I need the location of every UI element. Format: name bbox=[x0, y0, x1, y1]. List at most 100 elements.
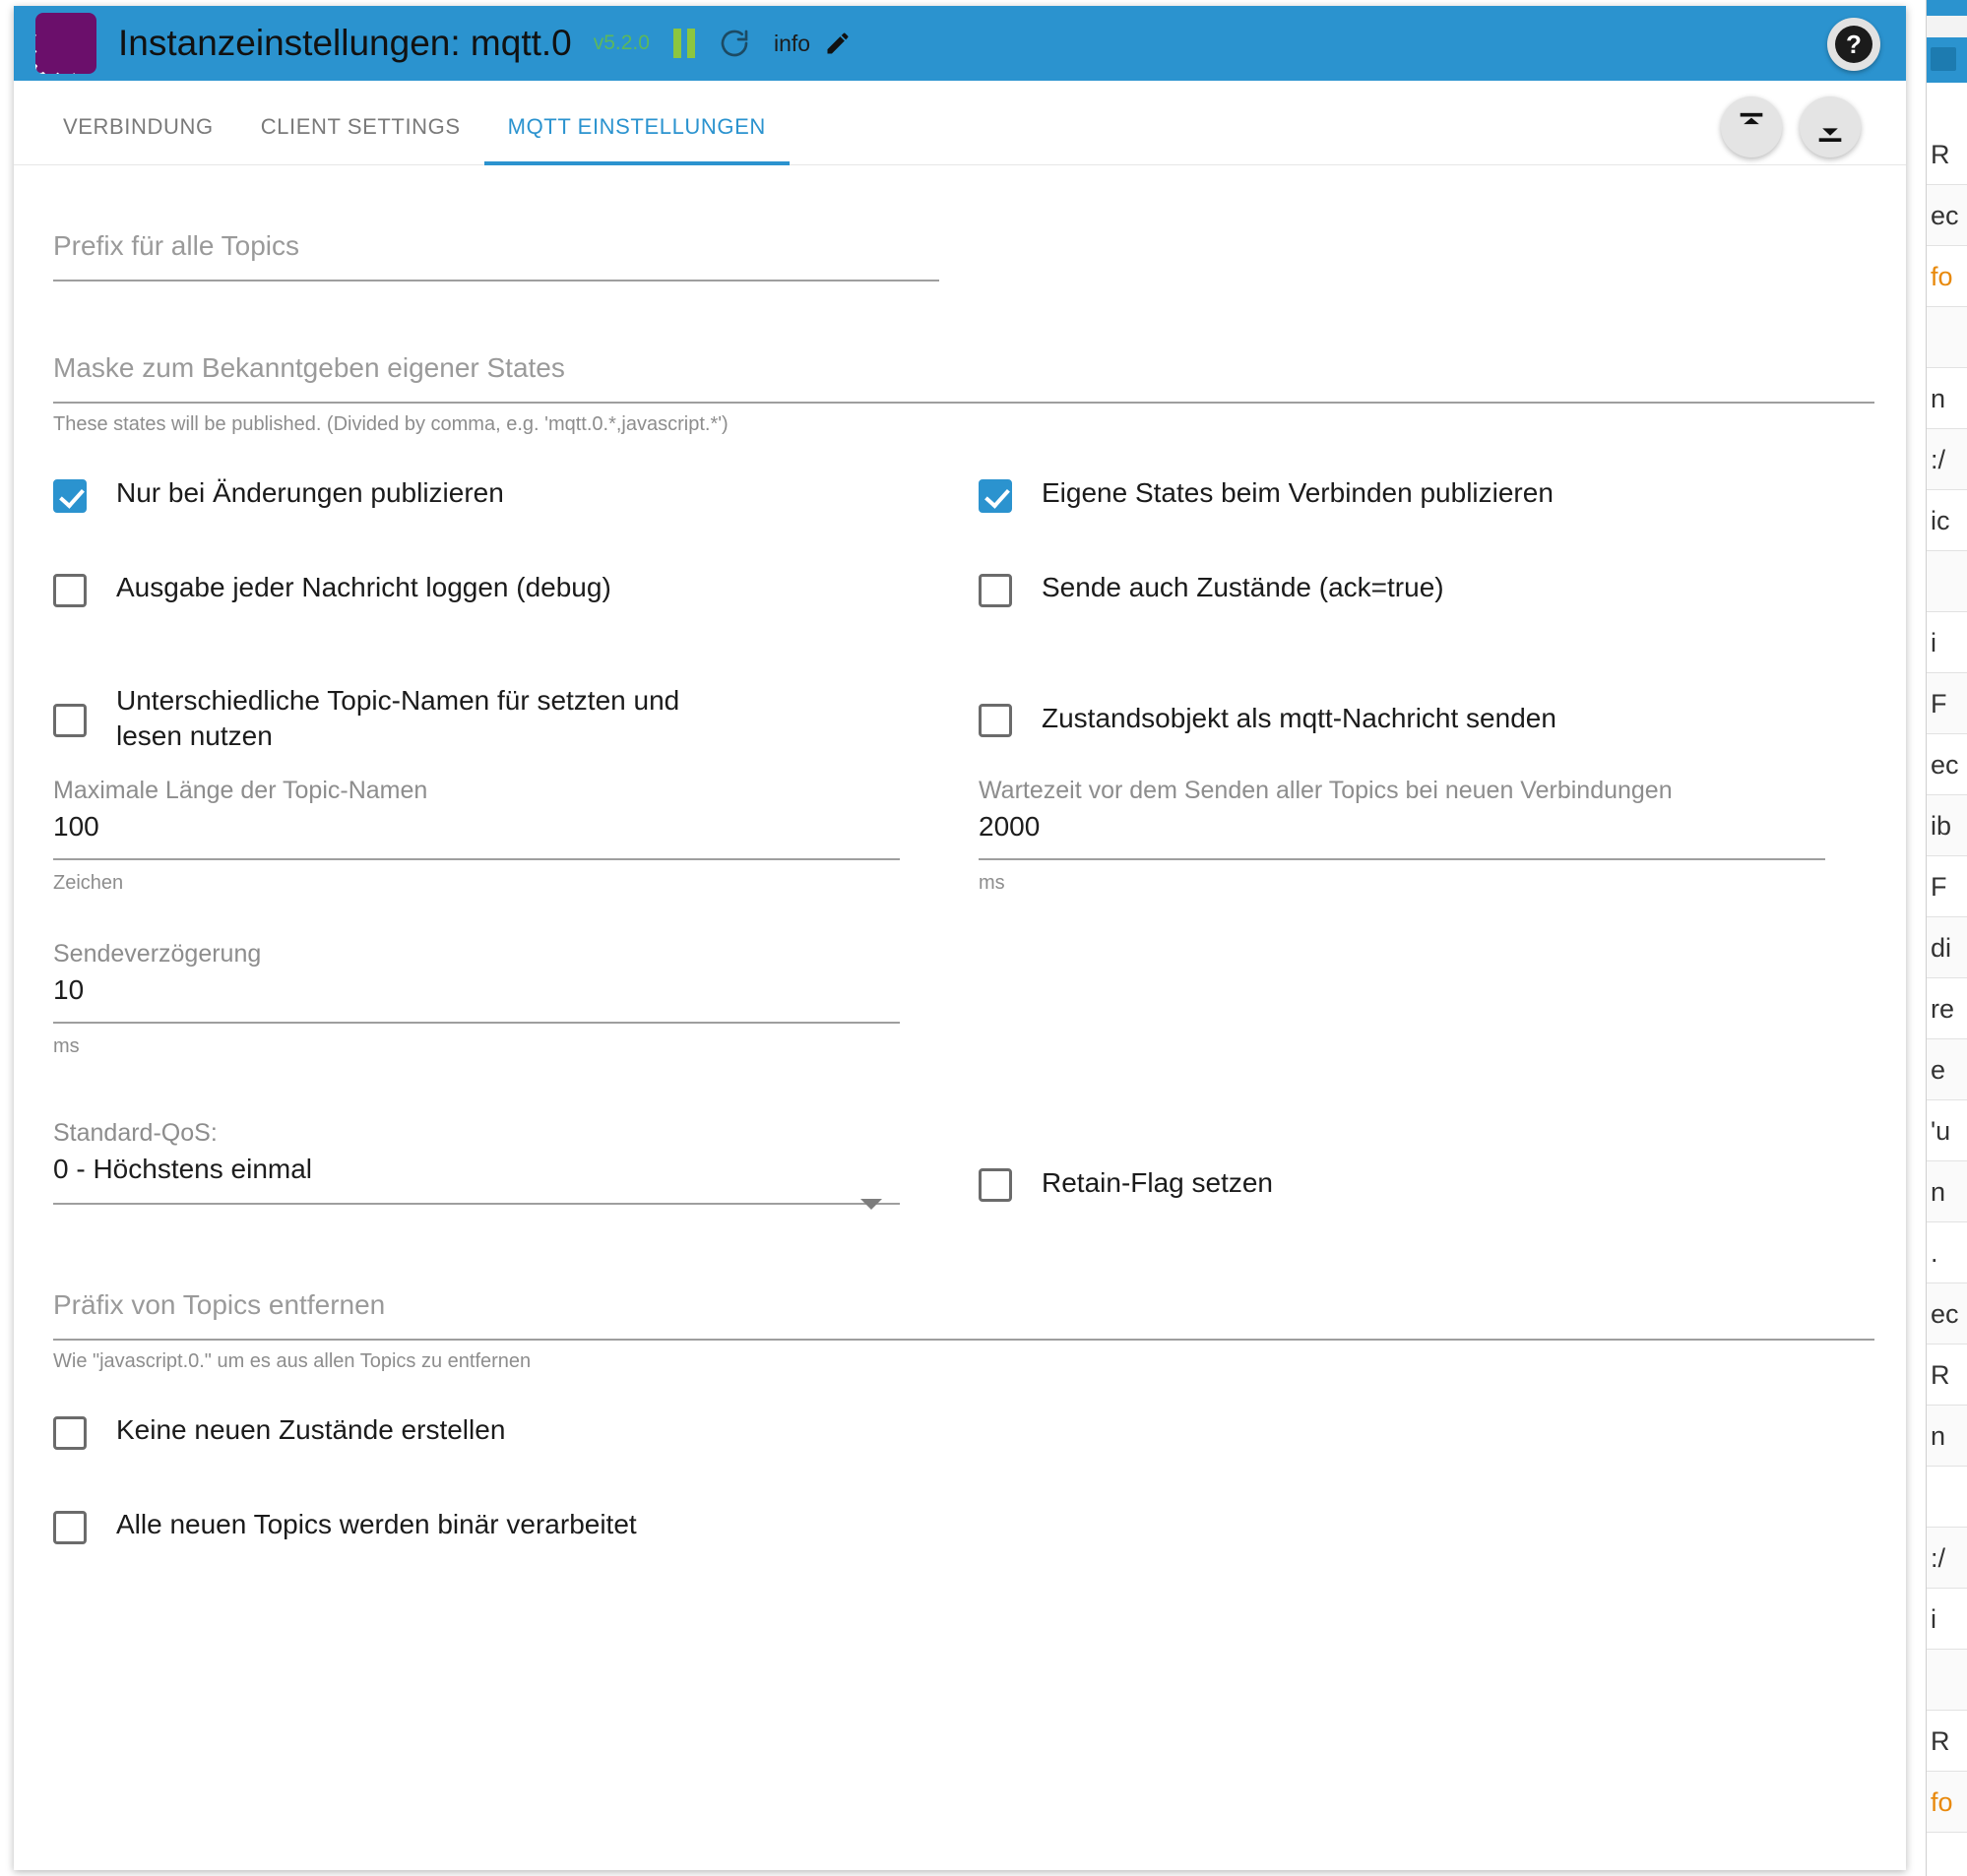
background-window-row: R bbox=[1927, 1711, 1967, 1772]
background-window-row: F bbox=[1927, 856, 1967, 917]
bottom-checkboxes: Keine neuen Zustände erstellen Alle neue… bbox=[53, 1412, 1906, 1601]
background-window-row bbox=[1927, 307, 1967, 368]
max-topic-length-group: Maximale Länge der Topic-Namen 100 Zeich… bbox=[53, 777, 939, 895]
background-window-row: di bbox=[1927, 917, 1967, 978]
checkbox-label: Eigene States beim Verbinden publizieren bbox=[1042, 477, 1554, 508]
background-window: Rec fo n:/ic i Fec ib Fdi re e'u n. ec Rn:/i Rfo bbox=[1926, 0, 1967, 1876]
background-window-titlebar bbox=[1927, 0, 1967, 16]
tab-client-settings[interactable]: CLIENT SETTINGS bbox=[237, 81, 484, 165]
download-button[interactable] bbox=[1800, 96, 1861, 157]
pencil-icon[interactable] bbox=[824, 30, 852, 57]
qos-select[interactable]: 0 - Höchstens einmal bbox=[53, 1154, 900, 1210]
checkbox-send-state-object[interactable]: Zustandsobjekt als mqtt-Nachricht senden bbox=[979, 664, 1906, 773]
background-window-row: re bbox=[1927, 978, 1967, 1039]
tab-bar: VERBINDUNG CLIENT SETTINGS MQTT EINSTELL… bbox=[14, 81, 1906, 165]
mask-field[interactable]: Maske zum Bekanntgeben eigener States bbox=[53, 352, 1874, 404]
max-topic-length-input[interactable]: 100 bbox=[53, 811, 900, 860]
checkbox-different-topic-names[interactable]: Unterschiedliche Topic-Namen für setzten… bbox=[53, 664, 939, 773]
background-window-toolbar bbox=[1927, 37, 1967, 83]
checkbox-label: Nur bei Änderungen publizieren bbox=[116, 477, 504, 508]
app-header: Instanzeinstellungen: mqtt.0 v5.2.0 info… bbox=[14, 6, 1906, 81]
mask-placeholder: Maske zum Bekanntgeben eigener States bbox=[53, 352, 565, 383]
background-window-row: ec bbox=[1927, 734, 1967, 795]
background-window-row: F bbox=[1927, 673, 1967, 734]
background-window-row: e bbox=[1927, 1039, 1967, 1100]
publish-wait-suffix: ms bbox=[979, 872, 1005, 894]
background-window-row: fo bbox=[1927, 1772, 1967, 1833]
help-button[interactable]: ? bbox=[1827, 18, 1880, 71]
checkbox-label: Zustandsobjekt als mqtt-Nachricht senden bbox=[1042, 703, 1556, 734]
background-window-row: ec bbox=[1927, 1283, 1967, 1344]
pause-icon[interactable] bbox=[672, 29, 695, 58]
checkbox-label: Alle neuen Topics werden binär verarbeit… bbox=[116, 1509, 637, 1539]
send-delay-input[interactable]: 10 bbox=[53, 974, 900, 1024]
checkbox-box bbox=[979, 1167, 1012, 1202]
checkbox-box bbox=[53, 1416, 87, 1450]
tab-mqtt-einstellungen[interactable]: MQTT EINSTELLUNGEN bbox=[483, 81, 791, 165]
number-fields-grid: Maximale Länge der Topic-Namen 100 Zeich… bbox=[53, 777, 1906, 895]
max-topic-length-label: Maximale Länge der Topic-Namen bbox=[53, 777, 428, 804]
checkbox-grid: Nur bei Änderungen publizieren Eigene St… bbox=[53, 475, 1906, 773]
qos-label: Standard-QoS: bbox=[53, 1119, 218, 1147]
background-window-row: n bbox=[1927, 1406, 1967, 1467]
chevron-down-icon bbox=[860, 1199, 882, 1210]
mask-hint: These states will be published. (Divided… bbox=[53, 413, 729, 435]
prefix-field[interactable]: Prefix für alle Topics bbox=[53, 230, 939, 281]
background-window-row: ec bbox=[1927, 185, 1967, 246]
info-link[interactable]: info bbox=[774, 31, 810, 57]
background-window-row bbox=[1927, 551, 1967, 612]
upload-button[interactable] bbox=[1721, 96, 1782, 157]
checkbox-label: Sende auch Zustände (ack=true) bbox=[1042, 572, 1444, 602]
checkbox-box bbox=[979, 479, 1012, 513]
settings-form: Prefix für alle Topics Maske zum Bekannt… bbox=[14, 230, 1906, 1601]
background-window-row bbox=[1927, 1650, 1967, 1711]
background-window-row: n bbox=[1927, 368, 1967, 429]
background-window-row: R bbox=[1927, 124, 1967, 185]
screen-root: Rec fo n:/ic i Fec ib Fdi re e'u n. ec Rn:/i Rfo Ins… bbox=[0, 0, 1967, 1876]
question-mark-icon: ? bbox=[1835, 26, 1872, 63]
qos-selected-value: 0 - Höchstens einmal bbox=[53, 1154, 313, 1184]
background-window-row: i bbox=[1927, 1589, 1967, 1650]
background-window-row: :/ bbox=[1927, 429, 1967, 490]
checkbox-label: Unterschiedliche Topic-Namen für setzten… bbox=[116, 685, 680, 751]
checkbox-retain-flag[interactable]: Retain-Flag setzen bbox=[979, 1160, 1906, 1205]
background-window-row: fo bbox=[1927, 246, 1967, 307]
toolbar-actions bbox=[1721, 96, 1861, 157]
checkbox-box bbox=[53, 704, 87, 737]
checkbox-publish-own-states-on-connect[interactable]: Eigene States beim Verbinden publizieren bbox=[979, 475, 1906, 570]
upload-icon bbox=[1740, 112, 1763, 141]
background-window-row: R bbox=[1927, 1344, 1967, 1406]
send-delay-suffix: ms bbox=[53, 1035, 80, 1057]
page-title: Instanzeinstellungen: mqtt.0 bbox=[118, 23, 572, 63]
background-window-spacer bbox=[1927, 83, 1967, 124]
qos-row: Standard-QoS: 0 - Höchstens einmal Retai… bbox=[53, 1119, 1906, 1210]
checkbox-send-states-ack-true[interactable]: Sende auch Zustände (ack=true) bbox=[979, 570, 1906, 664]
checkbox-label: Keine neuen Zustände erstellen bbox=[116, 1414, 506, 1445]
publish-wait-group: Wartezeit vor dem Senden aller Topics be… bbox=[979, 777, 1906, 895]
checkbox-log-every-message[interactable]: Ausgabe jeder Nachricht loggen (debug) bbox=[53, 570, 939, 664]
send-delay-value: 10 bbox=[53, 974, 85, 1005]
background-window-table: Rec fo n:/ic i Fec ib Fdi re e'u n. ec Rn:/i Rfo bbox=[1927, 124, 1967, 1833]
tab-verbindung[interactable]: VERBINDUNG bbox=[39, 81, 237, 165]
checkbox-all-topics-binary[interactable]: Alle neuen Topics werden binär verarbeit… bbox=[53, 1507, 1906, 1601]
refresh-icon[interactable] bbox=[719, 28, 750, 59]
version-label: v5.2.0 bbox=[593, 31, 650, 54]
background-window-gap bbox=[1927, 16, 1967, 37]
background-window-row bbox=[1927, 1467, 1967, 1528]
checkbox-publish-on-change[interactable]: Nur bei Änderungen publizieren bbox=[53, 475, 939, 570]
background-window-toolbar-button bbox=[1931, 47, 1956, 71]
publish-wait-value: 2000 bbox=[979, 811, 1041, 842]
background-window-row: i bbox=[1927, 612, 1967, 673]
background-window-row: 'u bbox=[1927, 1100, 1967, 1161]
remove-prefix-field[interactable]: Präfix von Topics entfernen bbox=[53, 1289, 1874, 1341]
max-topic-length-suffix: Zeichen bbox=[53, 872, 124, 894]
background-window-row: ic bbox=[1927, 490, 1967, 551]
instance-settings-card: Instanzeinstellungen: mqtt.0 v5.2.0 info… bbox=[14, 6, 1906, 1870]
download-icon bbox=[1818, 113, 1842, 143]
iobroker-logo-icon bbox=[35, 13, 96, 74]
max-topic-length-value: 100 bbox=[53, 811, 99, 842]
checkbox-no-new-states[interactable]: Keine neuen Zustände erstellen bbox=[53, 1412, 1906, 1507]
publish-wait-input[interactable]: 2000 bbox=[979, 811, 1825, 860]
checkbox-box bbox=[53, 1511, 87, 1544]
send-delay-group: Sendeverzögerung 10 ms bbox=[53, 940, 1906, 1058]
